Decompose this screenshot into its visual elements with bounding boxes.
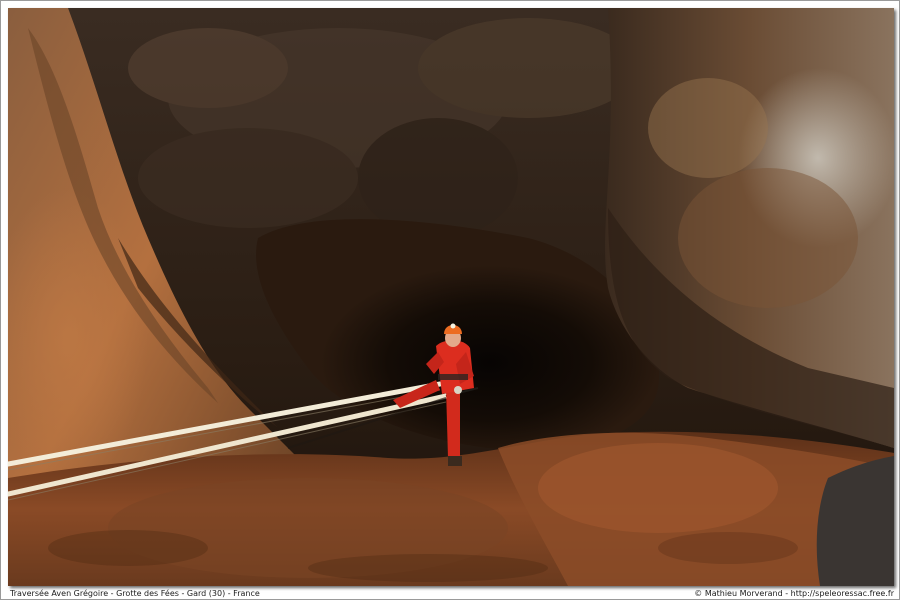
cave-photo xyxy=(8,8,894,586)
caver-harness xyxy=(438,374,468,380)
photo-frame: Traversée Aven Grégoire - Grotte des Fée… xyxy=(0,0,900,600)
photo-credit: © Mathieu Morverand - http://speleoressa… xyxy=(694,589,894,598)
caver-right-leg xyxy=(446,388,460,460)
cave-scene-illustration xyxy=(8,8,894,586)
photo-location-caption: Traversée Aven Grégoire - Grotte des Fée… xyxy=(10,589,260,598)
headlamp xyxy=(450,323,456,329)
caver-boot xyxy=(448,456,462,466)
caption-bar: Traversée Aven Grégoire - Grotte des Fée… xyxy=(8,588,896,600)
descender xyxy=(454,386,462,394)
